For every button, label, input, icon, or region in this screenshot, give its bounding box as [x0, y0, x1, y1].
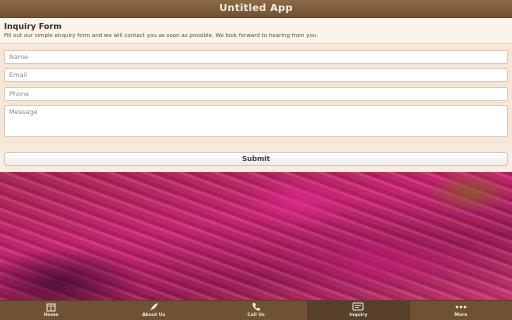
- submit-button[interactable]: Submit: [4, 152, 508, 166]
- phone-field[interactable]: Phone: [4, 87, 508, 101]
- form-fields: Name Email Phone Message: [0, 45, 512, 144]
- tab-home[interactable]: Home: [0, 301, 102, 320]
- tab-call-us-label: Call Us: [247, 313, 265, 318]
- tab-about-us[interactable]: About Us: [102, 301, 204, 320]
- form-heading: Inquiry Form: [4, 22, 62, 31]
- inquiry-form: Inquiry Form Fill out our simple enquiry…: [0, 18, 512, 172]
- bottom-tab-bar: Home About Us Call Us Inquiry More: [0, 300, 512, 320]
- tab-more-label: More: [454, 313, 468, 318]
- email-field[interactable]: Email: [4, 68, 508, 82]
- tab-inquiry-label: Inquiry: [349, 313, 368, 318]
- message-field[interactable]: Message: [4, 105, 508, 137]
- phone-icon: [250, 302, 262, 312]
- submit-area: Submit: [0, 144, 512, 172]
- form-intro: Inquiry Form Fill out our simple enquiry…: [0, 18, 512, 44]
- app-title: Untitled App: [219, 3, 293, 14]
- tab-more[interactable]: More: [410, 301, 512, 320]
- tab-call-us[interactable]: Call Us: [205, 301, 307, 320]
- tab-about-us-label: About Us: [142, 313, 166, 318]
- more-icon: [455, 302, 467, 312]
- form-description: Fill out our simple enquiry form and we …: [4, 33, 319, 39]
- app-header: Untitled App: [0, 0, 512, 18]
- name-field[interactable]: Name: [4, 50, 508, 64]
- tab-home-label: Home: [43, 313, 59, 318]
- feather-icon: [148, 302, 160, 312]
- inquiry-icon: [352, 302, 364, 312]
- home-icon: [45, 302, 57, 312]
- marbled-background: [0, 172, 512, 300]
- tab-inquiry[interactable]: Inquiry: [307, 301, 410, 320]
